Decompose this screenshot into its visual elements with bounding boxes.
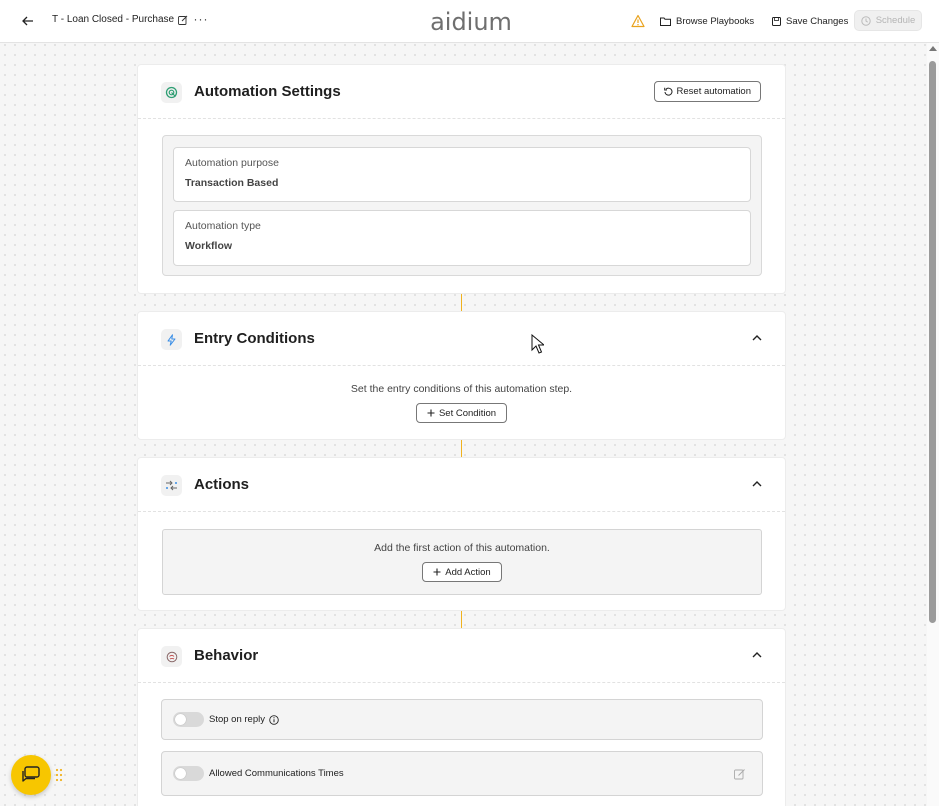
automation-purpose-label: Automation purpose [185, 157, 279, 169]
automation-type-value: Workflow [185, 240, 233, 252]
behavior-title: Behavior [194, 647, 259, 664]
clock-icon [860, 15, 871, 26]
entry-conditions-description: Set the entry conditions of this automat… [350, 383, 573, 395]
behavior-header[interactable]: Behavior [138, 629, 785, 683]
stop-on-reply-label-group: Stop on reply [209, 714, 279, 725]
scroll-up-arrow-icon[interactable] [929, 46, 937, 51]
mouse-cursor-icon [531, 334, 544, 354]
automation-type-label: Automation type [185, 220, 261, 232]
plus-icon [427, 409, 435, 417]
drag-handle-icon[interactable] [55, 768, 63, 782]
save-icon [772, 16, 781, 26]
browse-playbooks-label: Browse Playbooks [676, 15, 755, 27]
lightning-icon [161, 329, 182, 350]
add-action-label: Add Action [445, 566, 491, 578]
actions-description: Add the first action of this automation. [374, 542, 550, 554]
behavior-card: Behavior Stop on reply Allowed Communica… [137, 628, 786, 806]
entry-conditions-body: Set the entry conditions of this automat… [138, 383, 785, 423]
scrollbar[interactable] [927, 43, 939, 806]
automation-purpose-value: Transaction Based [185, 177, 279, 189]
aidium-logo: aidium [430, 8, 512, 36]
actions-card: Actions Add the first action of this aut… [137, 457, 786, 611]
edit-title-icon[interactable] [178, 15, 188, 25]
automation-purpose-field[interactable]: Automation purpose Transaction Based [173, 147, 751, 202]
scrollbar-thumb[interactable] [929, 61, 936, 623]
chat-icon [22, 766, 40, 782]
warning-icon[interactable] [631, 14, 645, 28]
reset-automation-label: Reset automation [676, 86, 751, 97]
more-options-button[interactable]: ··· [192, 11, 210, 29]
actions-empty-state: Add the first action of this automation.… [162, 529, 762, 595]
actions-title: Actions [194, 476, 250, 493]
entry-conditions-header[interactable]: Entry Conditions [138, 312, 785, 366]
automation-settings-icon [161, 82, 182, 103]
brain-icon [161, 646, 182, 667]
automation-settings-card: Automation Settings Reset automation Aut… [137, 64, 786, 294]
edit-icon[interactable] [734, 768, 746, 780]
save-changes-label: Save Changes [786, 15, 849, 27]
step-connector [461, 611, 462, 628]
chevron-up-icon[interactable] [751, 332, 763, 344]
settings-fields-container: Automation purpose Transaction Based Aut… [162, 135, 762, 276]
save-changes-button[interactable]: Save Changes [772, 12, 848, 30]
automation-type-field[interactable]: Automation type Workflow [173, 210, 751, 266]
entry-conditions-card: Entry Conditions Set the entry condition… [137, 311, 786, 440]
schedule-button[interactable]: Schedule [854, 10, 922, 31]
allowed-communications-times-toggle[interactable] [173, 766, 204, 781]
browse-playbooks-button[interactable]: Browse Playbooks [660, 12, 754, 30]
top-bar: T - Loan Closed - Purchase ··· aidium Br… [0, 0, 939, 43]
step-connector [461, 294, 462, 311]
actions-flow-icon [161, 475, 182, 496]
stop-on-reply-row: Stop on reply [161, 699, 763, 740]
plus-icon [433, 568, 441, 576]
document-title[interactable]: T - Loan Closed - Purchase [52, 14, 188, 25]
add-action-button[interactable]: Add Action [422, 562, 502, 582]
automation-settings-header: Automation Settings Reset automation [138, 65, 785, 119]
folder-icon [660, 17, 671, 26]
stop-on-reply-toggle[interactable] [173, 712, 204, 727]
allowed-communications-times-label: Allowed Communications Times [209, 768, 344, 779]
reset-automation-button[interactable]: Reset automation [653, 81, 761, 102]
step-connector [461, 440, 462, 457]
chevron-up-icon[interactable] [751, 649, 763, 661]
schedule-label: Schedule [875, 15, 916, 26]
document-title-text: T - Loan Closed - Purchase [52, 14, 175, 25]
allowed-communications-times-row: Allowed Communications Times [161, 751, 763, 796]
back-arrow-icon[interactable] [19, 12, 37, 30]
info-icon[interactable] [269, 714, 279, 725]
svg-text:aidium: aidium [430, 8, 512, 36]
automation-settings-title: Automation Settings [194, 83, 341, 100]
set-condition-button[interactable]: Set Condition [415, 403, 508, 423]
actions-header[interactable]: Actions [138, 458, 785, 512]
chevron-up-icon[interactable] [751, 478, 763, 490]
chat-support-button[interactable] [11, 755, 51, 795]
reset-icon [663, 87, 672, 96]
stop-on-reply-label: Stop on reply [209, 714, 265, 725]
set-condition-label: Set Condition [438, 407, 497, 419]
entry-conditions-title: Entry Conditions [194, 330, 315, 347]
